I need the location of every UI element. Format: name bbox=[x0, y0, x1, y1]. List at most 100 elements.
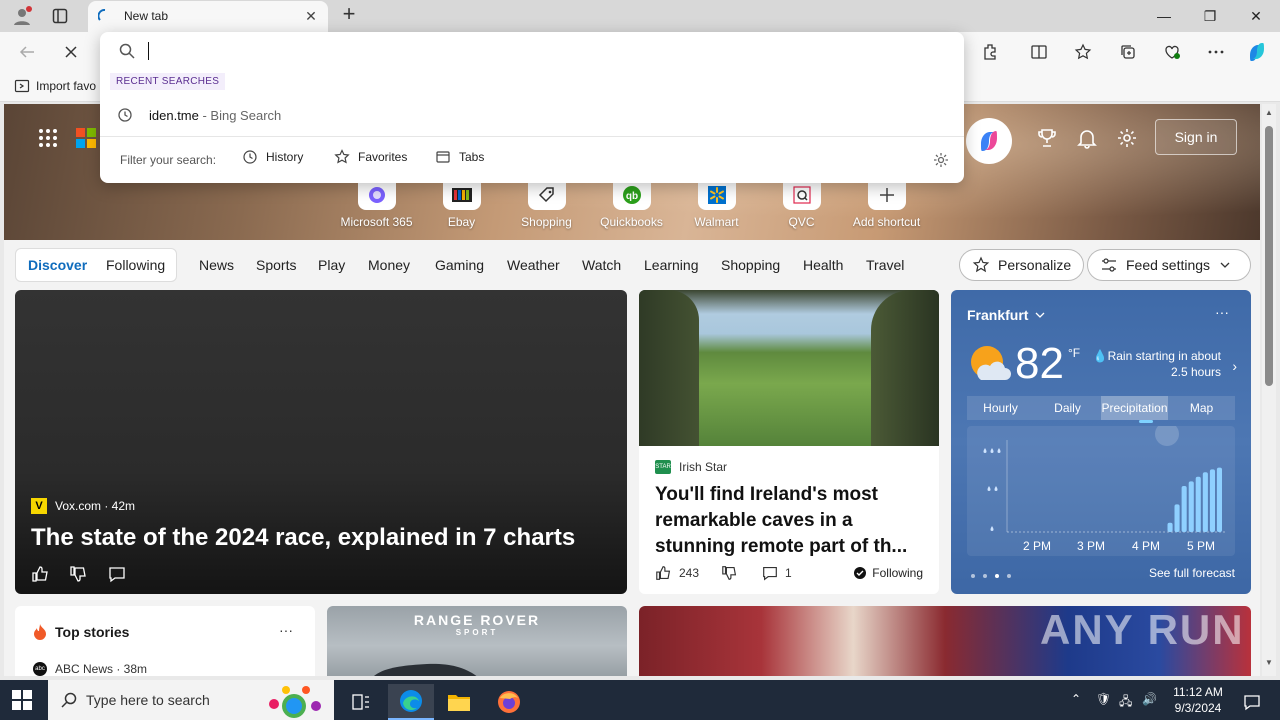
import-favorites-button[interactable]: Import favo bbox=[14, 78, 96, 94]
nav-learning[interactable]: Learning bbox=[644, 257, 699, 273]
settings-gear-icon[interactable] bbox=[1115, 126, 1139, 150]
shortcut-shopping[interactable]: Shopping bbox=[504, 180, 589, 229]
tray-overflow-icon[interactable]: ⌃ bbox=[1071, 692, 1081, 706]
personalize-button[interactable]: Personalize bbox=[959, 249, 1085, 281]
more-options-icon[interactable]: ··· bbox=[279, 622, 293, 638]
sign-in-button[interactable]: Sign in bbox=[1155, 119, 1237, 155]
weather-tab-precipitation[interactable]: Precipitation bbox=[1101, 396, 1168, 423]
shortcut-add[interactable]: Add shortcut bbox=[844, 180, 929, 229]
filter-favorites-button[interactable]: Favorites bbox=[334, 149, 407, 165]
nav-travel[interactable]: Travel bbox=[866, 257, 904, 273]
profile-icon[interactable] bbox=[10, 4, 34, 28]
filter-history-button[interactable]: History bbox=[242, 149, 303, 165]
carousel-dot[interactable] bbox=[971, 574, 975, 578]
scroll-up-icon[interactable]: ▲ bbox=[1264, 108, 1274, 117]
article-title[interactable]: The state of the 2024 race, explained in… bbox=[31, 524, 575, 552]
comment-icon[interactable] bbox=[107, 564, 127, 584]
firefox-icon[interactable] bbox=[486, 684, 532, 720]
volume-icon[interactable]: 🔊 bbox=[1142, 692, 1157, 706]
recent-search-item[interactable]: iden.tme - Bing Search bbox=[100, 102, 964, 128]
see-full-forecast-link[interactable]: See full forecast bbox=[1149, 566, 1235, 580]
weather-unit[interactable]: °F bbox=[1068, 346, 1080, 360]
carousel-dot[interactable] bbox=[1007, 574, 1011, 578]
notifications-bell-icon[interactable] bbox=[1075, 126, 1099, 150]
shortcut-quickbooks[interactable]: qb Quickbooks bbox=[589, 180, 674, 229]
search-settings-gear-icon[interactable] bbox=[932, 151, 950, 169]
weather-tab-map[interactable]: Map bbox=[1168, 396, 1235, 420]
weather-city-selector[interactable]: Frankfurt bbox=[967, 307, 1046, 323]
notifications-icon[interactable] bbox=[1232, 684, 1272, 720]
nav-weather[interactable]: Weather bbox=[507, 257, 560, 273]
security-icon[interactable]: 🛡 bbox=[1096, 692, 1111, 706]
weather-tab-daily[interactable]: Daily bbox=[1034, 396, 1101, 420]
carousel-dot[interactable] bbox=[995, 574, 999, 578]
nav-money[interactable]: Money bbox=[368, 257, 410, 273]
favorites-star-icon[interactable] bbox=[1070, 39, 1096, 65]
more-menu-icon[interactable] bbox=[1203, 39, 1229, 65]
article-title[interactable]: You'll find Ireland's most remarkable ca… bbox=[655, 482, 925, 560]
feed-settings-button[interactable]: Feed settings bbox=[1087, 249, 1251, 281]
edge-taskbar-icon[interactable] bbox=[388, 684, 434, 720]
rewards-trophy-icon[interactable] bbox=[1035, 126, 1059, 150]
copilot-icon[interactable] bbox=[1244, 39, 1270, 65]
address-input[interactable] bbox=[100, 32, 964, 70]
weather-tab-hourly[interactable]: Hourly bbox=[967, 396, 1034, 420]
scroll-thumb[interactable] bbox=[1265, 126, 1273, 386]
copilot-button[interactable] bbox=[966, 118, 1012, 164]
nav-watch[interactable]: Watch bbox=[582, 257, 621, 273]
weather-card[interactable]: Frankfurt ··· 82 °F 💧Rain starting in ab… bbox=[951, 290, 1251, 594]
chevron-right-icon[interactable]: › bbox=[1232, 358, 1237, 374]
back-icon[interactable] bbox=[14, 39, 40, 65]
weather-more-icon[interactable]: ··· bbox=[1215, 304, 1229, 320]
apps-grid-icon[interactable] bbox=[38, 128, 58, 148]
nav-play[interactable]: Play bbox=[318, 257, 345, 273]
shortcut-microsoft-365[interactable]: Microsoft 365 bbox=[334, 180, 419, 229]
top-stories-card[interactable]: Top stories ··· abc ABC News · 38m bbox=[15, 606, 315, 676]
nav-sports[interactable]: Sports bbox=[256, 257, 296, 273]
nav-gaming[interactable]: Gaming bbox=[435, 257, 484, 273]
task-view-icon[interactable] bbox=[338, 684, 384, 720]
nav-news[interactable]: News bbox=[199, 257, 234, 273]
nav-discover[interactable]: Discover bbox=[28, 257, 87, 273]
split-screen-icon[interactable] bbox=[1026, 39, 1052, 65]
tab-actions-icon[interactable] bbox=[48, 4, 72, 28]
hero-article-card[interactable]: V Vox.com · 42m The state of the 2024 ra… bbox=[15, 290, 627, 594]
following-status[interactable]: Following bbox=[854, 566, 923, 580]
shortcut-walmart[interactable]: Walmart bbox=[674, 180, 759, 229]
taskbar-clock[interactable]: 11:12 AM 9/3/2024 bbox=[1168, 684, 1228, 716]
range-rover-ad-card[interactable]: RANGE ROVER SPORT bbox=[327, 606, 627, 676]
close-window-button[interactable]: ✕ bbox=[1240, 4, 1272, 28]
shortcut-qvc[interactable]: QVC bbox=[759, 180, 844, 229]
comment-icon[interactable] bbox=[761, 564, 779, 582]
taskbar-search-box[interactable]: Type here to search bbox=[48, 680, 334, 720]
thumbs-down-icon[interactable] bbox=[721, 564, 739, 582]
thumbs-down-icon[interactable] bbox=[69, 564, 89, 584]
ireland-article-card[interactable]: STAR Irish Star You'll find Ireland's mo… bbox=[639, 290, 939, 594]
windows-start-icon[interactable] bbox=[12, 690, 32, 710]
tab-new-tab[interactable]: New tab ✕ bbox=[88, 1, 328, 32]
browser-essentials-icon[interactable] bbox=[1159, 39, 1185, 65]
nav-health[interactable]: Health bbox=[803, 257, 843, 273]
scroll-down-icon[interactable]: ▼ bbox=[1264, 658, 1274, 667]
carousel-dot[interactable] bbox=[983, 574, 987, 578]
filter-tabs-button[interactable]: Tabs bbox=[435, 149, 484, 165]
restore-button[interactable]: ❐ bbox=[1194, 4, 1226, 28]
weather-carousel-dots[interactable] bbox=[971, 574, 1011, 578]
collections-icon[interactable] bbox=[1115, 39, 1141, 65]
extensions-icon[interactable] bbox=[978, 39, 1004, 65]
file-explorer-icon[interactable] bbox=[436, 684, 482, 720]
page-scrollbar[interactable]: ▲ ▼ bbox=[1262, 104, 1276, 676]
rain-intensity-icons bbox=[983, 448, 1001, 531]
microsoft-logo-icon[interactable] bbox=[76, 128, 96, 148]
minimize-button[interactable]: — bbox=[1148, 4, 1180, 28]
stop-loading-icon[interactable] bbox=[58, 39, 84, 65]
new-tab-button[interactable]: + bbox=[338, 3, 360, 26]
thumbs-up-icon[interactable] bbox=[31, 564, 51, 584]
precip-bar bbox=[1195, 476, 1201, 532]
thumbs-up-icon[interactable] bbox=[655, 564, 673, 582]
nav-following[interactable]: Following bbox=[106, 257, 165, 273]
close-tab-icon[interactable]: ✕ bbox=[302, 7, 320, 25]
network-icon[interactable]: 🖧 bbox=[1119, 692, 1132, 713]
shortcut-ebay[interactable]: Ebay bbox=[419, 180, 504, 229]
nav-shopping[interactable]: Shopping bbox=[721, 257, 780, 273]
